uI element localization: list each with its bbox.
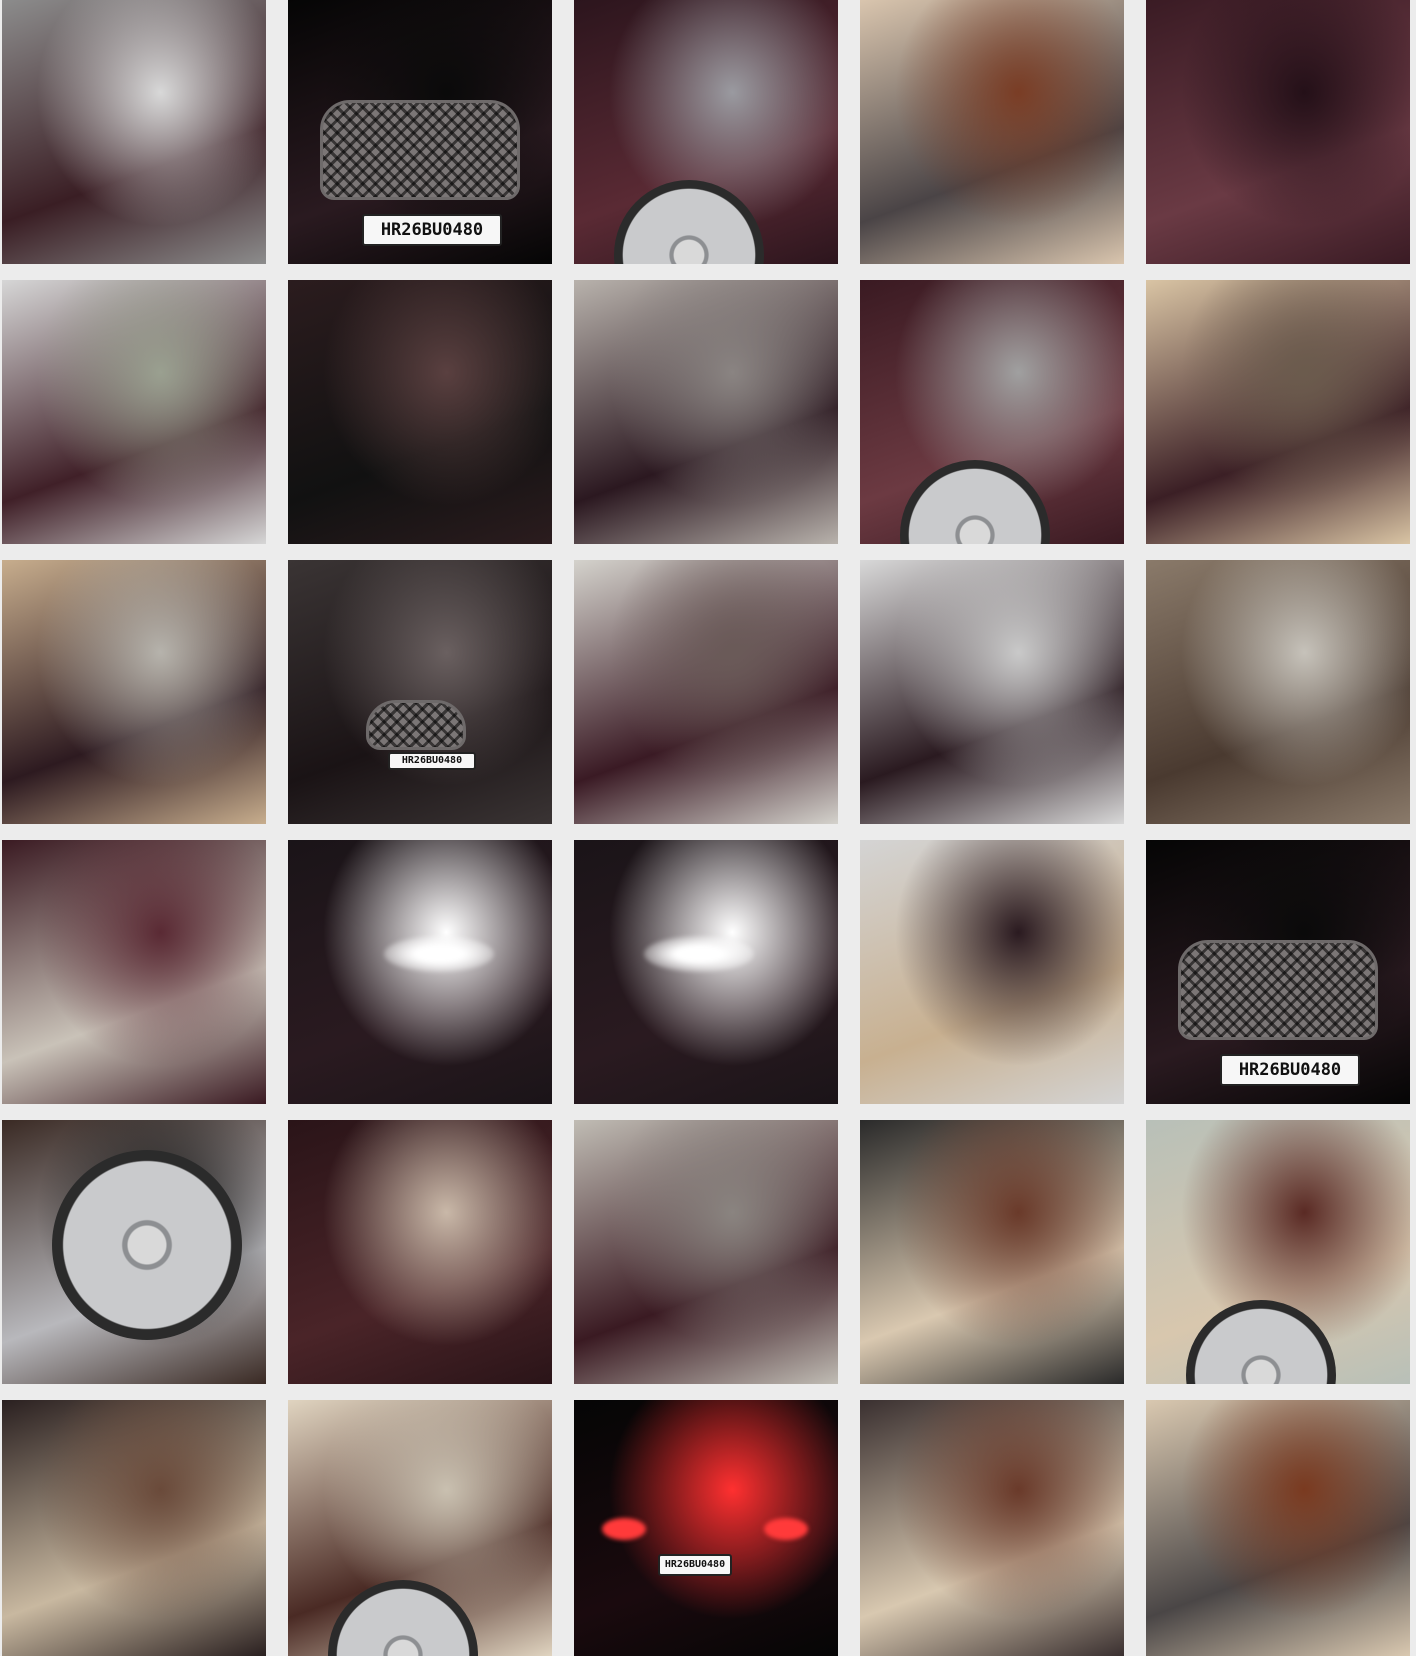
gallery-photo[interactable] bbox=[860, 0, 1124, 264]
gallery-photo[interactable] bbox=[2, 560, 266, 824]
gallery-photo[interactable] bbox=[2, 280, 266, 544]
photo-gallery: HR26BU0480 HR26BU0480 HR26BU0480 HR26BU0480 bbox=[0, 0, 1416, 1656]
photo-image bbox=[2, 1400, 266, 1656]
photo-image bbox=[860, 840, 1124, 1104]
gallery-photo[interactable] bbox=[288, 840, 552, 1104]
photo-image bbox=[574, 1120, 838, 1384]
gallery-photo[interactable] bbox=[574, 1120, 838, 1384]
photo-image bbox=[288, 840, 552, 1104]
headlight-glow bbox=[644, 936, 754, 972]
gallery-photo[interactable] bbox=[574, 560, 838, 824]
license-plate: HR26BU0480 bbox=[1220, 1054, 1360, 1086]
photo-image bbox=[860, 560, 1124, 824]
license-plate: HR26BU0480 bbox=[658, 1554, 732, 1576]
photo-image bbox=[288, 280, 552, 544]
gallery-photo[interactable] bbox=[1146, 1400, 1410, 1656]
gallery-photo[interactable] bbox=[860, 280, 1124, 544]
wheel-shape bbox=[52, 1150, 242, 1340]
license-plate: HR26BU0480 bbox=[362, 214, 502, 246]
gallery-photo[interactable] bbox=[860, 1120, 1124, 1384]
photo-image bbox=[2, 280, 266, 544]
gallery-photo[interactable]: HR26BU0480 bbox=[574, 1400, 838, 1656]
gallery-photo[interactable] bbox=[2, 1400, 266, 1656]
photo-image bbox=[288, 560, 552, 824]
photo-image bbox=[1146, 280, 1410, 544]
gallery-photo[interactable] bbox=[1146, 0, 1410, 264]
gallery-photo[interactable] bbox=[860, 1400, 1124, 1656]
photo-image bbox=[860, 0, 1124, 264]
gallery-photo[interactable] bbox=[574, 280, 838, 544]
tail-light-shape bbox=[764, 1518, 808, 1540]
grille-shape bbox=[320, 100, 520, 200]
gallery-photo[interactable] bbox=[288, 1120, 552, 1384]
photo-image bbox=[1146, 0, 1410, 264]
gallery-photo[interactable] bbox=[2, 1120, 266, 1384]
photo-image bbox=[860, 1120, 1124, 1384]
photo-image bbox=[1146, 560, 1410, 824]
gallery-photo[interactable] bbox=[2, 840, 266, 1104]
gallery-photo[interactable] bbox=[1146, 560, 1410, 824]
gallery-photo[interactable] bbox=[1146, 280, 1410, 544]
grille-shape bbox=[366, 700, 466, 750]
photo-image bbox=[1146, 1400, 1410, 1656]
photo-image bbox=[2, 560, 266, 824]
gallery-photo[interactable]: HR26BU0480 bbox=[288, 560, 552, 824]
gallery-photo[interactable] bbox=[574, 840, 838, 1104]
license-plate: HR26BU0480 bbox=[388, 752, 476, 770]
gallery-photo[interactable] bbox=[574, 0, 838, 264]
photo-image bbox=[574, 840, 838, 1104]
gallery-photo[interactable] bbox=[860, 840, 1124, 1104]
headlight-glow bbox=[384, 936, 494, 972]
photo-image bbox=[288, 1120, 552, 1384]
gallery-photo[interactable] bbox=[1146, 1120, 1410, 1384]
gallery-photo[interactable] bbox=[288, 280, 552, 544]
photo-image bbox=[574, 280, 838, 544]
gallery-photo[interactable] bbox=[860, 560, 1124, 824]
photo-image bbox=[860, 1400, 1124, 1656]
gallery-photo[interactable] bbox=[288, 1400, 552, 1656]
grille-shape bbox=[1178, 940, 1378, 1040]
photo-image bbox=[574, 560, 838, 824]
gallery-photo[interactable]: HR26BU0480 bbox=[288, 0, 552, 264]
gallery-photo[interactable] bbox=[2, 0, 266, 264]
tail-light-shape bbox=[602, 1518, 646, 1540]
gallery-photo[interactable]: HR26BU0480 bbox=[1146, 840, 1410, 1104]
photo-image bbox=[2, 840, 266, 1104]
photo-image bbox=[2, 0, 266, 264]
